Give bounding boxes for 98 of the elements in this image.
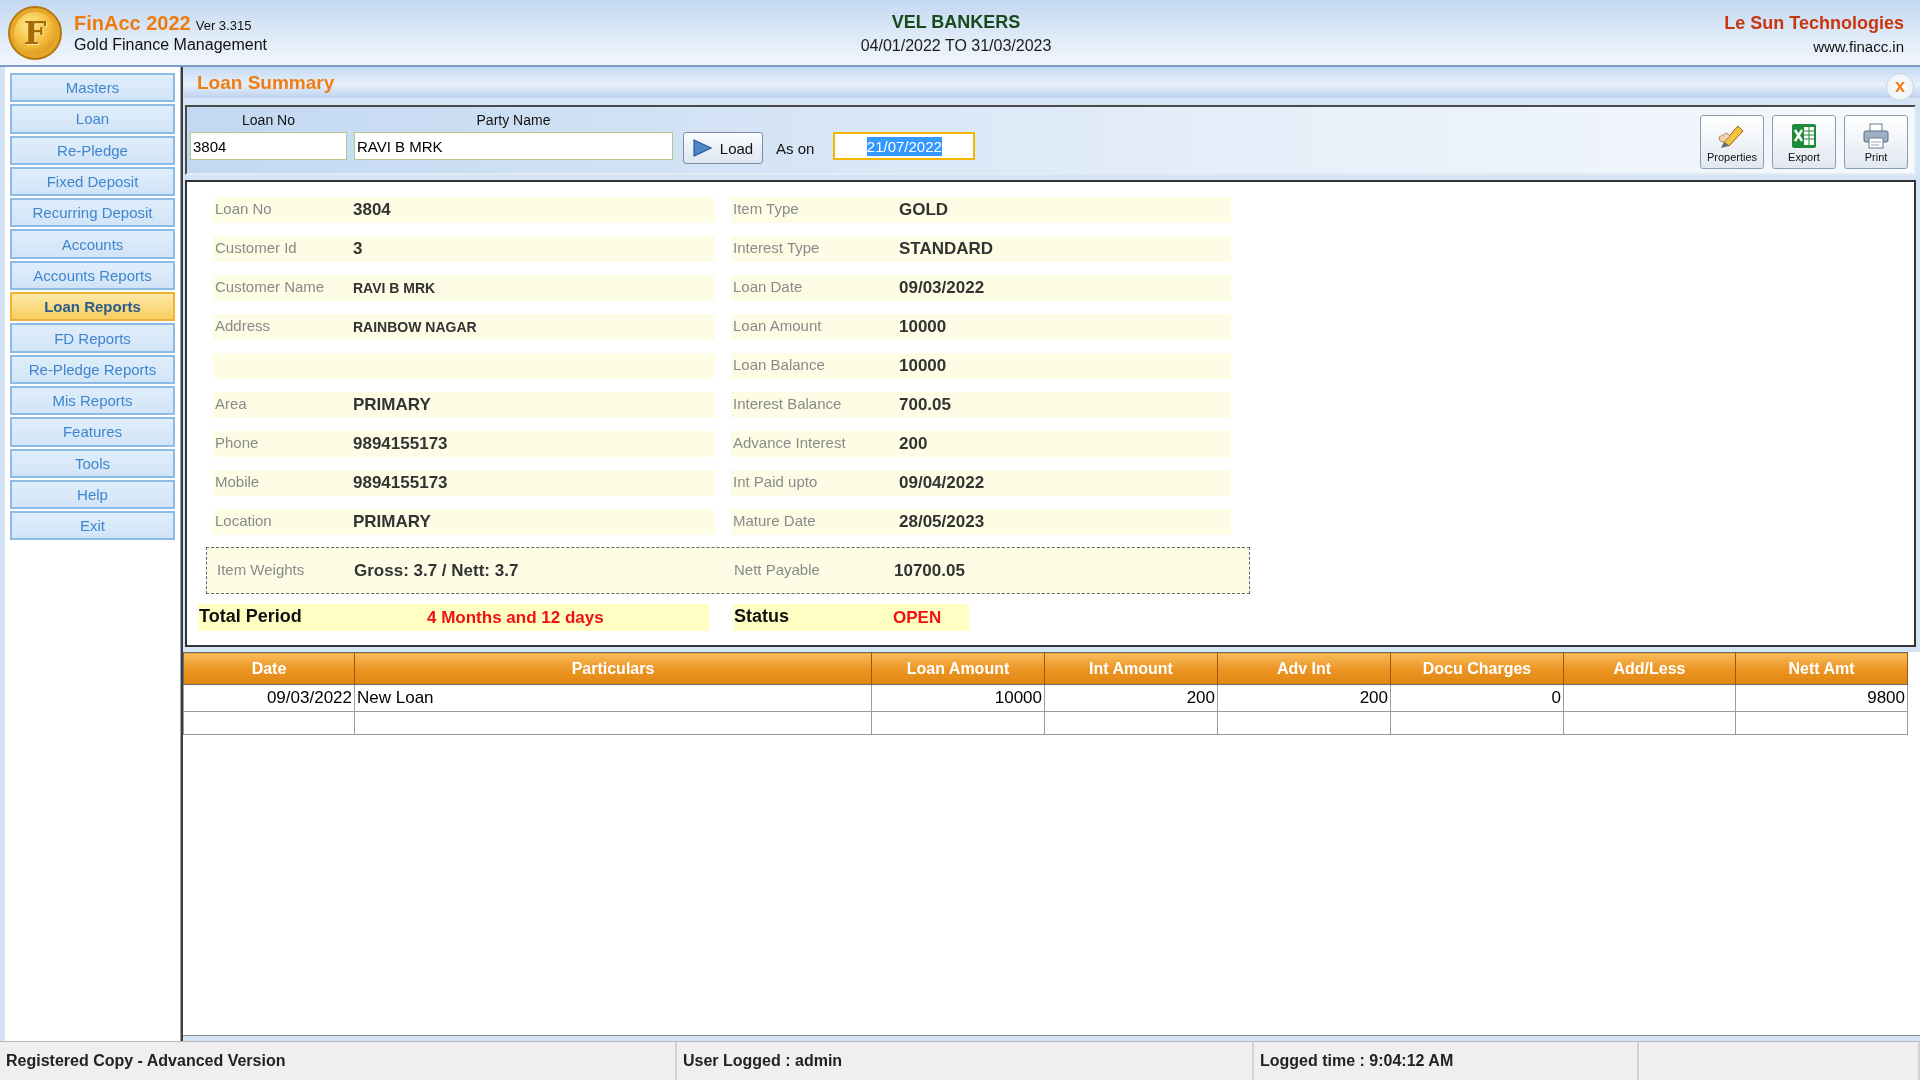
app-version: Ver 3.315	[195, 17, 252, 33]
column-header[interactable]: Date	[183, 652, 355, 685]
column-header[interactable]: Loan Amount	[871, 652, 1045, 685]
field-label: Location	[214, 512, 273, 529]
status-text: Logged time : 9:04:12 AM	[1254, 1042, 1639, 1080]
field-value: 28/05/2023	[899, 512, 985, 532]
company-name: VEL BANKERS	[891, 12, 1021, 33]
field-label: Advance Interest	[732, 434, 847, 451]
field-value: 09/04/2022	[899, 473, 985, 493]
field-label: Mature Date	[732, 512, 817, 529]
field-label: Nett Payable	[733, 560, 821, 578]
app-name: FinAcc 2022	[74, 11, 191, 35]
input-field[interactable]: 3804	[190, 132, 347, 160]
field-label: As on	[776, 140, 815, 157]
play-icon	[692, 139, 712, 157]
field-value: RAVI B MRK	[353, 280, 436, 296]
field-value: 3804	[353, 200, 391, 220]
field-label: Loan No	[242, 111, 295, 129]
close-button[interactable]: x	[1886, 72, 1914, 101]
sidebar-button[interactable]: Tools	[10, 448, 175, 478]
field-label: Loan Balance	[732, 356, 826, 373]
status-text: User Logged : admin	[677, 1042, 1254, 1080]
field-value: 10000	[899, 317, 947, 337]
field-value: 10000	[899, 356, 947, 376]
table-cell: 09/03/2022	[183, 684, 355, 712]
field-value: 9894155173	[353, 434, 448, 454]
field-label: Party Name	[476, 111, 551, 129]
sidebar-button[interactable]: Help	[10, 479, 175, 510]
field-value: Gross: 3.7 / Nett: 3.7	[354, 560, 519, 581]
column-header[interactable]: Particulars	[354, 652, 872, 685]
sidebar-button[interactable]: FD Reports	[10, 323, 175, 353]
table-cell: 200	[1044, 684, 1218, 712]
sidebar-button[interactable]: Features	[10, 417, 175, 447]
table-cell: 9800	[1735, 684, 1908, 712]
field-value: 9894155173	[353, 473, 448, 493]
summary-value: 4 Months and 12 days	[427, 607, 604, 628]
field-label: Address	[214, 317, 272, 334]
summary-label: Total Period	[198, 605, 303, 627]
sidebar-button[interactable]: Loan	[10, 104, 175, 134]
field-value: PRIMARY	[353, 512, 431, 532]
field-label: Int Paid upto	[732, 473, 819, 490]
financial-period: 04/01/2022 TO 31/03/2023	[860, 37, 1052, 55]
summary-value: OPEN	[893, 607, 942, 628]
field-label: Loan Amount	[732, 317, 823, 334]
field-value: 10700.05	[894, 560, 965, 581]
column-header[interactable]: Docu Charges	[1390, 652, 1564, 685]
status-text: Registered Copy - Advanced Version	[0, 1042, 677, 1080]
app-subtitle: Gold Finance Management	[74, 35, 267, 54]
logo-coin: F	[8, 5, 62, 60]
sidebar-button[interactable]: Mis Reports	[10, 385, 175, 416]
summary-label: Status	[733, 605, 790, 627]
field-label: Phone	[214, 434, 260, 451]
sidebar-button[interactable]: Re-Pledge Reports	[10, 354, 175, 384]
sidebar-button[interactable]: Fixed Deposit	[10, 166, 175, 197]
field-value: STANDARD	[899, 239, 994, 259]
date-field[interactable]: 21/07/2022	[833, 132, 976, 160]
field-label: Interest Type	[732, 239, 821, 256]
field-label: Interest Balance	[732, 395, 843, 412]
vendor-name: Le Sun Technologies	[1724, 12, 1904, 34]
load-button[interactable]: Load	[683, 132, 763, 164]
spreadsheet-icon	[1791, 123, 1817, 149]
field-label: Item Type	[732, 200, 800, 217]
toolbar-button[interactable]: Export	[1772, 115, 1836, 169]
field-value: RAINBOW NAGAR	[353, 319, 477, 335]
field-value: 3	[353, 239, 363, 259]
field-label: Mobile	[214, 473, 261, 490]
table-cell: 0	[1390, 684, 1564, 712]
field-label: Loan No	[214, 200, 273, 217]
field-label: Customer Name	[214, 278, 326, 295]
column-header[interactable]: Int Amount	[1044, 652, 1218, 685]
column-header[interactable]: Adv Int	[1217, 652, 1391, 685]
table-cell: 200	[1217, 684, 1391, 712]
pencil-icon	[1718, 123, 1746, 149]
printer-icon	[1863, 123, 1889, 149]
field-label: Area	[214, 395, 248, 412]
field-value: GOLD	[899, 200, 949, 220]
toolbar-button[interactable]: Print	[1844, 115, 1908, 169]
table-cell: New Loan	[354, 684, 872, 712]
input-field[interactable]: RAVI B MRK	[354, 132, 673, 160]
field-value: 09/03/2022	[899, 278, 985, 298]
column-header[interactable]: Nett Amt	[1735, 652, 1908, 685]
sidebar-button[interactable]: Exit	[10, 511, 175, 541]
sidebar-button[interactable]: Recurring Deposit	[10, 198, 175, 228]
sidebar-button[interactable]: Accounts Reports	[10, 260, 175, 291]
toolbar-button[interactable]: Properties	[1700, 115, 1764, 169]
field-label: Item Weights	[216, 560, 306, 578]
panel-title: Loan Summary	[197, 71, 335, 94]
field-value: 700.05	[899, 395, 951, 415]
sidebar-button[interactable]: Loan Reports	[10, 292, 175, 322]
field-label: Loan Date	[732, 278, 804, 295]
sidebar-button[interactable]: Masters	[10, 73, 175, 103]
vendor-website: www.finacc.in	[1813, 37, 1904, 55]
table-cell: 10000	[871, 684, 1045, 712]
sidebar-button[interactable]: Re-Pledge	[10, 135, 175, 165]
field-value: 200	[899, 434, 928, 454]
sidebar-button[interactable]: Accounts	[10, 229, 175, 259]
field-value: PRIMARY	[353, 395, 431, 415]
field-label: Customer Id	[214, 239, 298, 256]
